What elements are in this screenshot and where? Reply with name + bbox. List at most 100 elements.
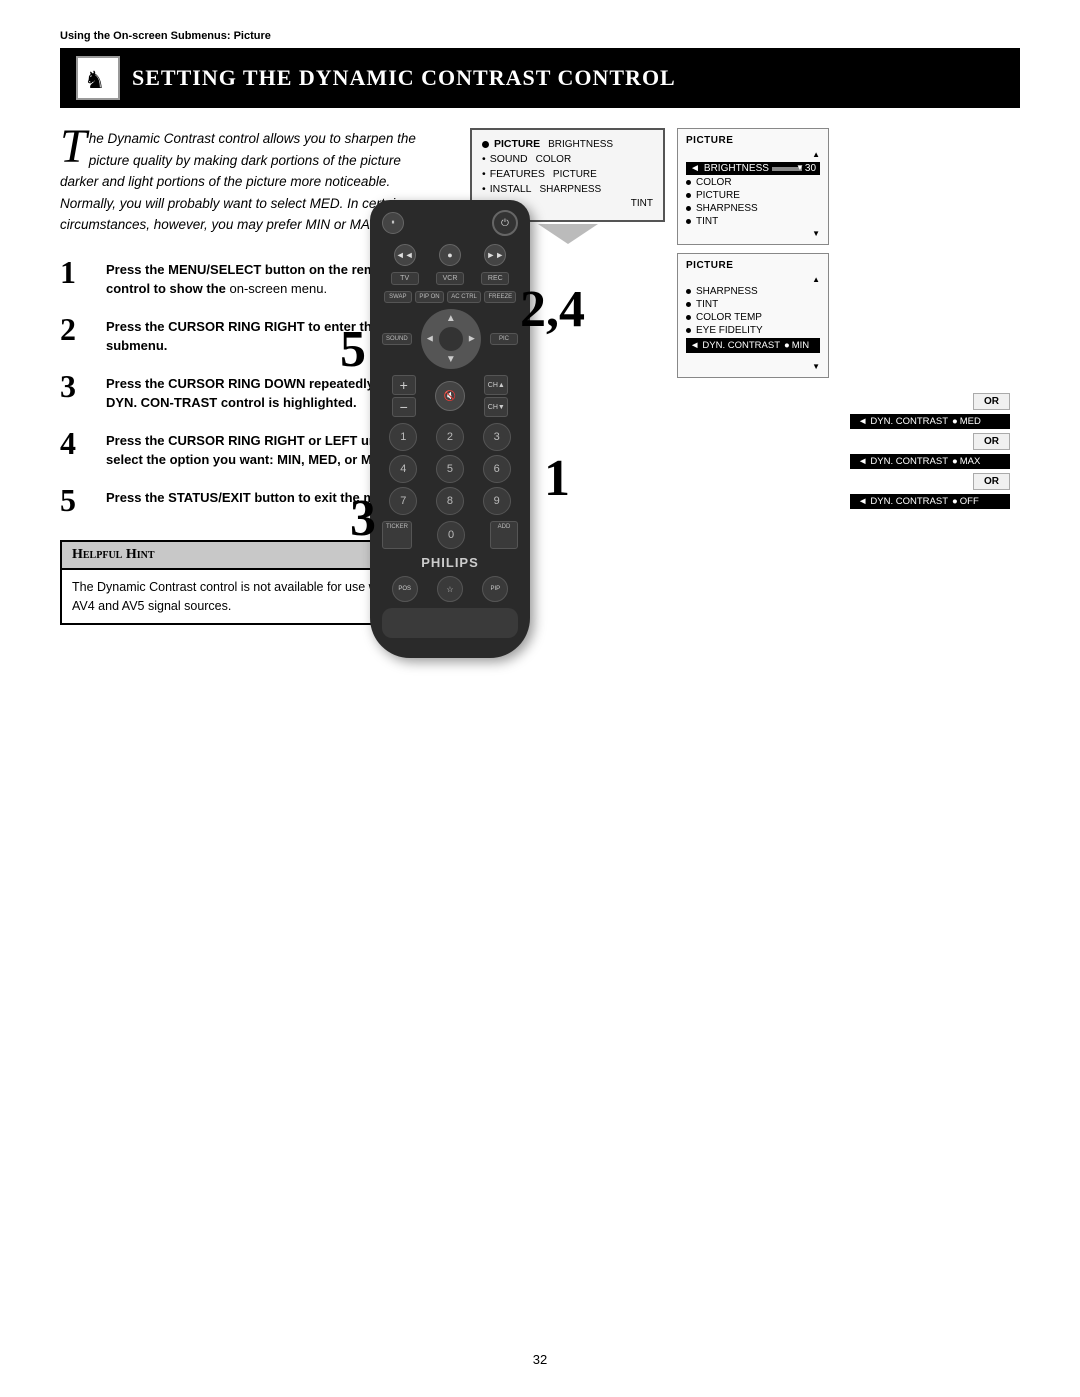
cursor-up[interactable]: ▲	[446, 313, 456, 324]
btn-3[interactable]: 3	[483, 423, 511, 451]
step-overlay-3: 3	[350, 489, 376, 548]
cursor-left[interactable]: ◄	[425, 334, 435, 345]
cursor-right[interactable]: ►	[467, 334, 477, 345]
page-number: 32	[533, 1352, 547, 1367]
freeze-button[interactable]: FREEZE	[484, 291, 516, 303]
title-icon: ♞	[76, 56, 120, 100]
func-row: SWAP PIP ON AC CTRL FREEZE	[382, 291, 518, 303]
btn-9[interactable]: 9	[483, 487, 511, 515]
picture-submenu-1: PICTURE ▲ ◄ BRIGHTNESS ▼	[677, 128, 829, 245]
cursor-center[interactable]	[439, 327, 463, 351]
pic-button[interactable]: PIC	[490, 333, 518, 345]
submenu-2-empty	[686, 355, 820, 360]
submenu-1-sharpness: SHARPNESS	[686, 203, 820, 214]
page-label: Using the On-screen Submenus: Picture	[60, 30, 1020, 42]
pip-on-button[interactable]: PIP ON	[415, 291, 443, 303]
remote-control: ⏸ ⏻ ◄◄ ● ►► TV VCR REC	[370, 200, 530, 658]
btn-7[interactable]: 7	[389, 487, 417, 515]
submenu-2-dyncontrast: ◄ DYN. CONTRAST ● MIN	[686, 338, 820, 353]
remote-wrapper: 5 2,4 3 1 ⏸ ⏻ ◄◄ ● ►►	[370, 200, 530, 658]
osd-item-sound: • SOUND COLOR	[482, 153, 653, 165]
add-button[interactable]: ADD	[490, 521, 518, 549]
submenu-2-sharpness: SHARPNESS	[686, 286, 820, 297]
vcr-button[interactable]: VCR	[436, 272, 464, 285]
btn-5[interactable]: 5	[436, 455, 464, 483]
mute-button[interactable]: 🔇	[435, 381, 465, 411]
btn-0[interactable]: 0	[437, 521, 465, 549]
dyn-med-row: ◄ DYN. CONTRAST ● MED	[850, 414, 1010, 429]
osd-item-features: • FEATURES PICTURE	[482, 168, 653, 180]
ch-controls: CH▲ CH▼	[484, 375, 508, 417]
remote-base	[382, 608, 518, 638]
nav-right-button[interactable]: ►►	[484, 244, 506, 266]
sound-button[interactable]: SOUND	[382, 333, 412, 345]
dyn-max-row: ◄ DYN. CONTRAST ● MAX	[850, 454, 1010, 469]
submenu-1-title: PICTURE	[686, 135, 820, 146]
step-3-number: 3	[60, 370, 96, 402]
btn-1[interactable]: 1	[389, 423, 417, 451]
submenu-2-title: PICTURE	[686, 260, 820, 271]
remote-area: 5 2,4 3 1 ⏸ ⏻ ◄◄ ● ►►	[370, 200, 530, 658]
title-bar: ♞ Setting the Dynamic Contrast Control	[60, 48, 1020, 108]
cursor-row: SOUND ▲ ▼ ◄ ► PIC	[382, 309, 518, 369]
submenu-2-down-arrow: ▼	[686, 362, 820, 371]
submenu-2-tint: TINT	[686, 299, 820, 310]
ac-control-button[interactable]: AC CTRL	[447, 291, 481, 303]
remote-top-row: ⏸ ⏻	[382, 210, 518, 236]
submenu-1-tint: TINT	[686, 216, 820, 227]
submenu-2-up-arrow: ▲	[686, 275, 820, 284]
submenu-2-colortemp: COLOR TEMP	[686, 312, 820, 323]
source-row: TV VCR REC	[382, 272, 518, 285]
dyn-or-2: OR	[973, 433, 1010, 450]
vol-up-button[interactable]: +	[392, 375, 416, 395]
page-container: Using the On-screen Submenus: Picture ♞ …	[0, 0, 1080, 1397]
ticker-button[interactable]: TICKER	[382, 521, 412, 549]
zero-row: TICKER 0 ADD	[382, 521, 518, 549]
nav-play-button[interactable]: ●	[439, 244, 461, 266]
btn-4[interactable]: 4	[389, 455, 417, 483]
main-content: T he Dynamic Contrast control allows you…	[60, 128, 1020, 625]
page-title: Setting the Dynamic Contrast Control	[132, 65, 676, 91]
tv-button[interactable]: TV	[391, 272, 419, 285]
philips-logo: PHILIPS	[382, 555, 518, 570]
vol-down-button[interactable]: −	[392, 397, 416, 417]
right-column: PICTURE BRIGHTNESS • SOUND COLOR • FEATU…	[470, 128, 1020, 625]
osd-item-picture: PICTURE BRIGHTNESS	[482, 138, 653, 150]
vol-controls: + −	[392, 375, 416, 417]
nav-row: ◄◄ ● ►►	[382, 244, 518, 266]
dyn-or-3: OR	[973, 473, 1010, 490]
vol-row: + − 🔇 CH▲ CH▼	[382, 375, 518, 417]
pip-center-button[interactable]: ☆	[437, 576, 463, 602]
or-label-3: OR	[973, 473, 1010, 490]
drop-cap: T	[60, 128, 87, 166]
pip-row: POS ☆ PIP	[382, 576, 518, 602]
btn-8[interactable]: 8	[436, 487, 464, 515]
step-overlay-1: 1	[544, 449, 570, 508]
cursor-ring[interactable]: ▲ ▼ ◄ ►	[421, 309, 481, 369]
swap-button[interactable]: SWAP	[384, 291, 412, 303]
picture-submenus: PICTURE ▲ ◄ BRIGHTNESS ▼	[677, 128, 829, 378]
rec-button[interactable]: REC	[481, 272, 509, 285]
cursor-ring-area: ▲ ▼ ◄ ►	[421, 309, 481, 369]
picture-submenu-2: PICTURE ▲ SHARPNESS TINT COLOR TEMP	[677, 253, 829, 378]
submenu-1-brightness: ◄ BRIGHTNESS ▼ 30	[686, 162, 820, 175]
step-1-number: 1	[60, 256, 96, 288]
ch-down-button[interactable]: CH▼	[484, 397, 508, 417]
submenu-1-down-arrow: ▼	[686, 229, 820, 238]
step-5-number: 5	[60, 484, 96, 516]
dyn-or-1: OR	[973, 393, 1010, 410]
cursor-down[interactable]: ▼	[446, 354, 456, 365]
power-button[interactable]: ⏻	[492, 210, 518, 236]
knight-icon: ♞	[80, 60, 116, 96]
nav-left-button[interactable]: ◄◄	[394, 244, 416, 266]
position-button[interactable]: POS	[392, 576, 418, 602]
btn-6[interactable]: 6	[483, 455, 511, 483]
ch-up-button[interactable]: CH▲	[484, 375, 508, 395]
submenu-2-eyefidelity: EYE FIDELITY	[686, 325, 820, 336]
pause-button[interactable]: ⏸	[382, 212, 404, 234]
pip-button[interactable]: PIP	[482, 576, 508, 602]
step-4-number: 4	[60, 427, 96, 459]
step-overlay-24: 2,4	[520, 280, 585, 339]
submenu-1-picture: PICTURE	[686, 190, 820, 201]
btn-2[interactable]: 2	[436, 423, 464, 451]
